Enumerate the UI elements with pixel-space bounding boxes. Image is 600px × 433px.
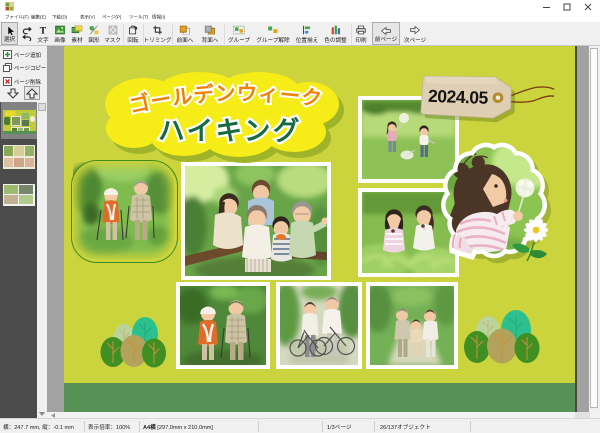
svg-text:2024.05: 2024.05 [428, 86, 489, 108]
svg-text:T: T [40, 25, 47, 34]
svg-text:ハイキング: ハイキング [158, 116, 302, 146]
